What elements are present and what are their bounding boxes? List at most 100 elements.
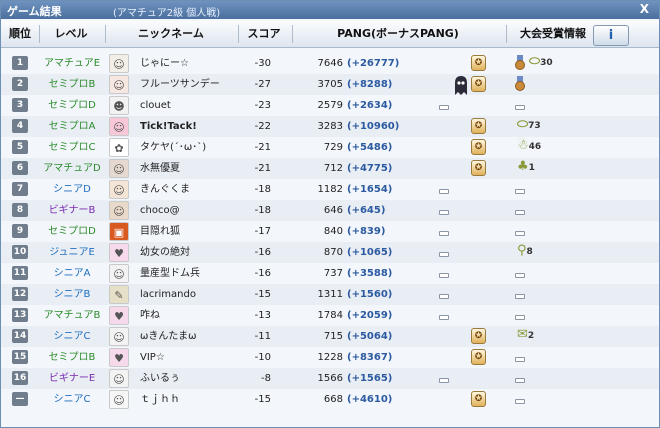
player-nickname[interactable]: lacrimando (140, 284, 196, 305)
avatar: ☺ (109, 159, 129, 178)
table-row[interactable]: 16 ビギナーE ☺ ふいるぅ -8 1566 (+1565) (1, 368, 659, 389)
table-row[interactable]: 10 ジュニアE ♥ 幼女の絶対 -16 870 (+1065) ⚲8 (1, 242, 659, 263)
empty-slot-icon (439, 273, 449, 278)
player-level: アマチュアE (43, 58, 101, 69)
rank-badge: 5 (12, 140, 28, 154)
rank-badge: 4 (12, 119, 28, 133)
player-level: ビギナーB (48, 205, 96, 216)
table-row[interactable]: 14 シニアC ☺ ωきんたまω -11 715 (+5064) ✪ ✉2 (1, 326, 659, 347)
trophy-icon: ✪ (471, 391, 486, 407)
avatar-icon: ▣ (113, 226, 125, 239)
player-nickname[interactable]: 咋ね (140, 305, 160, 326)
player-nickname[interactable]: タケヤ(´･ω･`) (140, 137, 206, 158)
table-row[interactable]: 4 セミプロA ☺ Tick!Tack! -22 3283 (+10960) ✪ ⬭73 (1, 116, 659, 137)
empty-slot-icon (515, 231, 525, 236)
table-row[interactable]: 1 アマチュアE ☺ じゃにー☆ -30 7646 (+26777) ✪ ⬭30 (1, 53, 659, 74)
avatar: ☺ (109, 180, 129, 199)
avatar: ☺ (109, 327, 129, 346)
player-pang: 729 (323, 142, 343, 153)
avatar: ☺ (109, 264, 129, 283)
table-row[interactable]: 6 アマチュアD ☺ 水無優夏 -21 712 (+4775) ✪ ♣1 (1, 158, 659, 179)
bonus-pang: (+1654) (347, 184, 393, 195)
player-nickname[interactable]: フルーツサンデー (140, 74, 220, 95)
table-row[interactable]: 8 ビギナーB ☺ choco@ -18 646 (+645) (1, 200, 659, 221)
item-count: 8 (526, 247, 533, 257)
close-icon[interactable]: X (640, 2, 649, 16)
player-score: -21 (254, 142, 271, 153)
empty-slot-icon (515, 189, 525, 194)
medal-icon (515, 55, 525, 70)
game-result-window: ゲーム結果 (アマチュア2級 個人戦) X 順位 レベル ニックネーム スコア … (0, 0, 660, 428)
player-nickname[interactable]: clouet (140, 95, 171, 116)
rank-badge: 13 (12, 308, 28, 322)
header-nickname[interactable]: ニックネーム (107, 21, 235, 47)
header-pang[interactable]: PANG(ボーナスPANG) (293, 21, 503, 47)
item-count: 2 (527, 331, 535, 341)
player-pang: 2579 (317, 100, 343, 111)
player-score: -22 (254, 121, 271, 132)
window-title: ゲーム結果 (7, 5, 62, 18)
bonus-pang: (+26777) (347, 58, 400, 69)
table-row[interactable]: 11 シニアA ☺ 量産型ドム兵 -16 737 (+3588) (1, 263, 659, 284)
avatar-icon: ✎ (114, 289, 124, 302)
trophy-icon: ✪ (471, 160, 486, 176)
table-row[interactable]: 2 セミプロB ☺ フルーツサンデー -27 3705 (+8288) ✪ (1, 74, 659, 95)
capsule-icon: ⬭73 (517, 117, 541, 132)
player-nickname[interactable]: ωきんたまω (140, 326, 196, 347)
trophy-icon: ✪ (471, 118, 486, 134)
player-nickname[interactable]: VIP☆ (140, 347, 165, 368)
ghost-icon: ☃46 (517, 138, 542, 153)
rank-badge: 9 (12, 224, 28, 238)
table-row[interactable]: 12 シニアB ✎ lacrimando -15 1311 (+1560) (1, 284, 659, 305)
player-nickname[interactable]: ふいるぅ (140, 368, 180, 389)
player-nickname[interactable]: Tick!Tack! (140, 116, 197, 137)
empty-slot-icon (439, 189, 449, 194)
player-nickname[interactable]: 幼女の絶対 (140, 242, 190, 263)
player-pang: 3705 (317, 79, 343, 90)
table-row[interactable]: 3 セミプロD ☻ clouet -23 2579 (+2634) (1, 95, 659, 116)
player-level: ジュニアE (49, 247, 95, 258)
player-pang: 1784 (317, 310, 343, 321)
table-row[interactable]: 15 セミプロB ♥ VIP☆ -10 1228 (+8367) ✪ (1, 347, 659, 368)
avatar: ☻ (109, 96, 129, 115)
bonus-pang: (+5064) (347, 331, 393, 342)
rank-badge: 1 (12, 56, 28, 70)
avatar-icon: ☺ (113, 268, 125, 281)
capsule-icon: ⬭30 (529, 54, 553, 69)
player-score: -27 (254, 79, 271, 90)
rank-badge: — (12, 392, 28, 406)
table-row[interactable]: 5 セミプロC ✿ タケヤ(´･ω･`) -21 729 (+5486) ✪ ☃46 (1, 137, 659, 158)
player-nickname[interactable]: 水無優夏 (140, 158, 180, 179)
player-nickname[interactable]: じゃにー☆ (140, 53, 189, 74)
avatar-icon: ♥ (114, 247, 124, 260)
player-pang: 1566 (317, 373, 343, 384)
header-level[interactable]: レベル (41, 21, 101, 47)
rank-badge: 2 (12, 77, 28, 91)
player-level: シニアC (53, 394, 91, 405)
avatar-icon: ☺ (113, 373, 125, 386)
player-nickname[interactable]: 目隠れ狐 (140, 221, 180, 242)
bonus-pang: (+4610) (347, 394, 393, 405)
player-nickname[interactable]: 量産型ドム兵 (140, 263, 200, 284)
header-rank[interactable]: 順位 (3, 21, 37, 47)
table-header: 順位 レベル ニックネーム スコア PANG(ボーナスPANG) 大会受賞情報 (1, 21, 659, 48)
player-nickname[interactable]: choco@ (140, 200, 180, 221)
player-score: -21 (254, 163, 271, 174)
medal-icon (515, 76, 525, 91)
table-row[interactable]: 9 セミプロD ▣ 目隠れ狐 -17 840 (+839) (1, 221, 659, 242)
empty-slot-icon (439, 294, 449, 299)
bonus-pang: (+645) (347, 205, 386, 216)
table-row[interactable]: — シニアC ☺ ｔｊｈｈ -15 668 (+4610) ✪ (1, 389, 659, 410)
bonus-pang: (+4775) (347, 163, 393, 174)
rank-badge: 11 (12, 266, 28, 280)
player-pang: 668 (323, 394, 343, 405)
player-nickname[interactable]: ｔｊｈｈ (140, 389, 180, 410)
header-score[interactable]: スコア (239, 21, 289, 47)
bonus-pang: (+1565) (347, 373, 393, 384)
table-row[interactable]: 7 シニアD ☺ きんぐくま -18 1182 (+1654) (1, 179, 659, 200)
item-count: 73 (528, 121, 541, 131)
rank-badge: 3 (12, 98, 28, 112)
table-row[interactable]: 13 アマチュアB ♥ 咋ね -13 1784 (+2059) (1, 305, 659, 326)
player-nickname[interactable]: きんぐくま (140, 179, 190, 200)
info-button[interactable]: i (593, 25, 629, 46)
